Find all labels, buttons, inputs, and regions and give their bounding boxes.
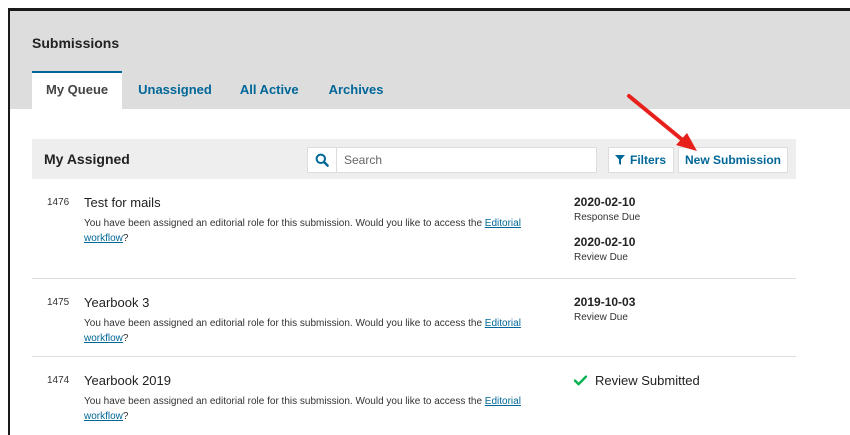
assignment-notice: You have been assigned an editorial role… [84,316,564,346]
editorial-workflow-link[interactable]: Editorial [485,396,521,407]
tab-my-queue[interactable]: My Queue [32,71,123,109]
assignment-notice: You have been assigned an editorial role… [84,216,564,246]
submission-title[interactable]: Yearbook 3 [84,295,149,310]
editorial-workflow-link[interactable]: Editorial [485,218,521,229]
submission-row[interactable]: 1474 Yearbook 2019 You have been assigne… [32,357,796,435]
review-due-label: Review Due [574,312,628,323]
tab-bar: My Queue Unassigned All Active Archives [32,71,398,109]
page-header: Submissions My Queue Unassigned All Acti… [10,11,850,109]
editorial-workflow-link-cont[interactable]: workflow [84,411,123,422]
panel-title: My Assigned [44,151,130,167]
search-input[interactable] [344,151,584,169]
app-frame: Submissions My Queue Unassigned All Acti… [8,8,850,435]
submission-id: 1475 [47,297,70,308]
annotation-arrow-icon [627,94,697,151]
due-dates: 2020-02-10 Response Due 2020-02-10 Revie… [574,195,774,275]
tab-archives[interactable]: Archives [315,71,398,109]
review-submitted-status: Review Submitted [574,373,774,388]
search-icon[interactable] [308,148,337,172]
editorial-workflow-link-cont[interactable]: workflow [84,233,123,244]
filter-icon [615,155,625,165]
check-icon [574,375,587,386]
notice-end: ? [122,333,129,344]
page-title: Submissions [32,35,120,51]
notice-text: You have been assigned an editorial role… [84,396,485,407]
review-status: Review Submitted [574,373,774,388]
review-submitted-label: Review Submitted [595,373,700,388]
submission-title[interactable]: Yearbook 2019 [84,373,171,388]
submission-id: 1474 [47,375,70,386]
editorial-workflow-link-cont[interactable]: workflow [84,333,123,344]
tab-unassigned[interactable]: Unassigned [124,71,226,109]
my-assigned-panel: My Assigned Filters New Submis [32,139,796,435]
review-due-date: 2019-10-03 [574,295,636,309]
submission-title[interactable]: Test for mails [84,195,161,210]
due-dates: 2019-10-03 Review Due [574,295,774,335]
submission-id: 1476 [47,197,70,208]
notice-end: ? [122,233,129,244]
submission-row[interactable]: 1475 Yearbook 3 You have been assigned a… [32,279,796,357]
response-due-date: 2020-02-10 [574,195,636,209]
review-due-label: Review Due [574,252,628,263]
review-due-date: 2020-02-10 [574,235,636,249]
notice-text: You have been assigned an editorial role… [84,318,485,329]
editorial-workflow-link[interactable]: Editorial [485,318,521,329]
notice-end: ? [122,411,129,422]
search-box [307,147,597,173]
notice-text: You have been assigned an editorial role… [84,218,485,229]
response-due-label: Response Due [574,212,641,223]
tab-all-active[interactable]: All Active [226,71,313,109]
assignment-notice: You have been assigned an editorial role… [84,394,564,424]
submission-row[interactable]: 1476 Test for mails You have been assign… [32,179,796,279]
